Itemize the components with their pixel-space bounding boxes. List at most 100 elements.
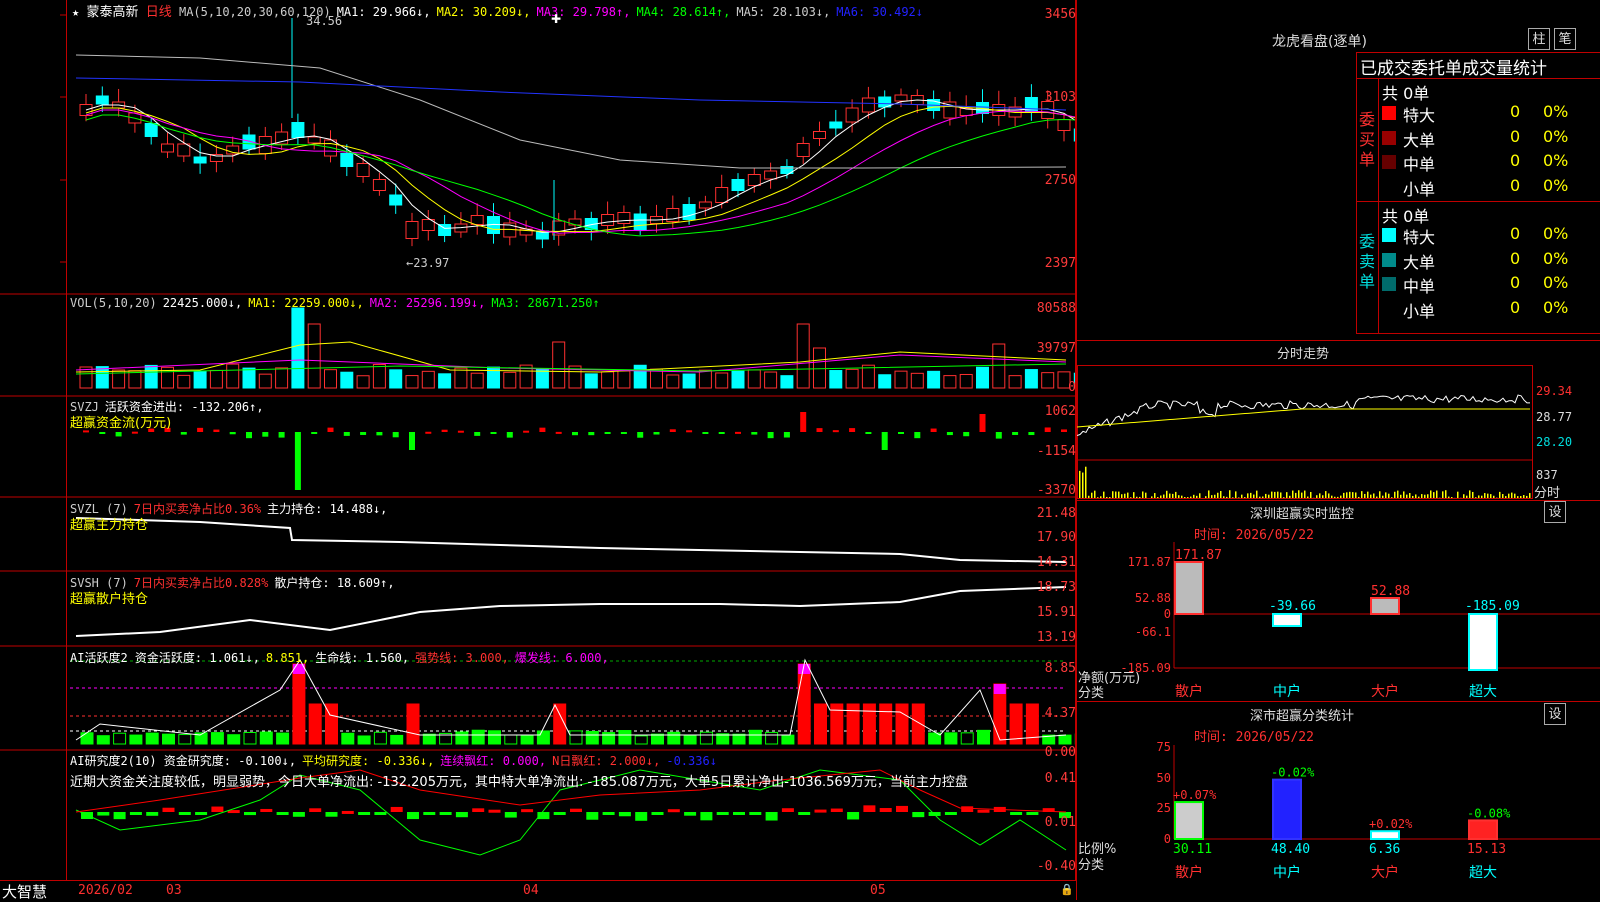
indicator-value: N日飘红: 2.000↓, [552,754,660,768]
net-flow-bar: 171.87散户 [1175,548,1222,700]
order-count: 0 [1510,102,1520,121]
activity-bar [945,733,957,744]
volume-tick [1283,497,1285,498]
ma-line [86,115,1076,236]
period-label[interactable]: 日线 [146,5,172,20]
bar-body [1175,562,1203,614]
volume-bar [178,375,190,388]
y-label: 80588 [1012,301,1076,316]
y-label: 0.01 [1012,815,1076,830]
activity-bar [114,733,126,744]
fund-flow-bar [181,432,187,435]
stock-name[interactable]: 蒙泰高新 [86,5,138,20]
volume-bar [227,364,239,388]
fund-flow-bar [393,432,399,437]
fund-flow-bar [931,429,937,432]
research-bar [146,812,158,816]
volume-tick [1430,490,1432,498]
volume-bar [210,370,222,388]
volume-tick [1247,493,1249,498]
indicator-value: 生命线: 1.560, [315,651,409,665]
y-label: 0 [1164,607,1171,621]
indicator-value: MA5: 28.103↓, [736,5,830,19]
volume-tick [1490,494,1492,498]
volume-tick [1094,491,1096,498]
lock-icon[interactable]: 🔒 [1060,883,1074,896]
volume-tick [1469,490,1471,498]
candle-body [895,95,907,101]
volume-tick [1196,496,1198,498]
order-row: 中单00% [1379,273,1600,295]
activity-bar [179,735,191,744]
candle-body [194,157,206,163]
volume-tick [1130,497,1132,498]
volume-tick [1466,496,1468,498]
order-type-label: 小单 [1403,176,1435,200]
fund-flow-bar [116,432,122,436]
volume-tick [1268,495,1270,498]
net-flow-bar: 52.88大户 [1371,584,1410,700]
research-bar [945,812,957,815]
volume-tick [1262,497,1264,498]
volume-tick [1250,493,1252,498]
y-label: 4.37 [1012,706,1076,721]
volume-bar [292,308,304,388]
brand-label: 大智慧 [2,881,47,902]
research-bar [407,812,419,819]
bar-category: 大户 [1371,864,1399,881]
order-percent: 0% [1543,102,1568,121]
order-count: 0 [1510,224,1520,243]
volume-bar [325,370,337,388]
indicator-value: MA2: 25296.199↓, [370,296,486,310]
activity-bar [815,704,827,744]
volume-tick [1259,497,1261,498]
activity-bar [847,704,859,744]
indicator-value: MA2: 30.209↓, [437,5,531,19]
lhb-title: 龙虎看盘(逐单) [1272,31,1367,51]
fund-flow-bar [507,432,513,438]
activity-bar [554,704,566,744]
main-chart-area[interactable]: 3456 3103 2750 2397 80588 39797 0 1062 -… [0,0,1076,880]
indicator-value: MA4: 28.614↑, [636,5,730,19]
volume-tick [1421,494,1423,498]
candle-body [357,164,369,177]
volume-bar [471,373,483,388]
activity-bar [619,731,631,744]
bar-mode-button[interactable]: 柱 [1528,28,1550,50]
vol-ma-line [76,355,1066,372]
research-bar [244,812,256,815]
bar-change: -0.08% [1467,806,1511,820]
net-flow-bar-chart: 171.8752.880-66.1-185.09171.87散户-39.66中户… [1077,500,1600,700]
axis-subtitle: 分类 [1078,854,1104,873]
volume-tick [1334,497,1336,498]
volume-tick [1481,496,1483,498]
intraday-panel[interactable]: 分时走势 29.34 28.77 28.20 837 分时 [1077,340,1600,500]
candle-body [569,219,581,225]
tick-mode-button[interactable]: 笔 [1554,28,1576,50]
order-type-label: 中单 [1403,151,1435,175]
chart-left-border [66,0,67,880]
activity-bar [407,704,419,744]
favorite-star-icon[interactable]: ★ [72,5,79,19]
fund-flow-bar [230,432,236,434]
y-label: 2750 [1012,173,1076,188]
y-label: 0 [1012,380,1076,395]
chart-canvas[interactable] [0,0,1076,880]
volume-tick [1160,496,1162,498]
fund-flow-bar [588,432,594,435]
research-bar [766,812,778,821]
volume-tick [1157,497,1159,498]
research-bar [782,808,794,812]
volume-tick [1208,490,1210,498]
volume-bar [129,371,141,388]
ratio-bar: -0.08%15.13超大 [1467,806,1511,881]
fund-flow-bar [800,412,806,432]
fund-flow-bar [898,432,904,434]
fund-flow-bar [849,428,855,432]
fund-flow-bar [360,432,366,435]
lhb-tabs[interactable]: 已成交委托单成交量统计 [1360,54,1547,79]
fund-flow-bar [768,432,774,438]
volume-label: 837 [1536,468,1558,482]
volume-bar [797,324,809,388]
sz-class-panel: 深市超赢分类统计 设 时间: 2026/05/22 7550250+0.07%3… [1077,701,1600,880]
